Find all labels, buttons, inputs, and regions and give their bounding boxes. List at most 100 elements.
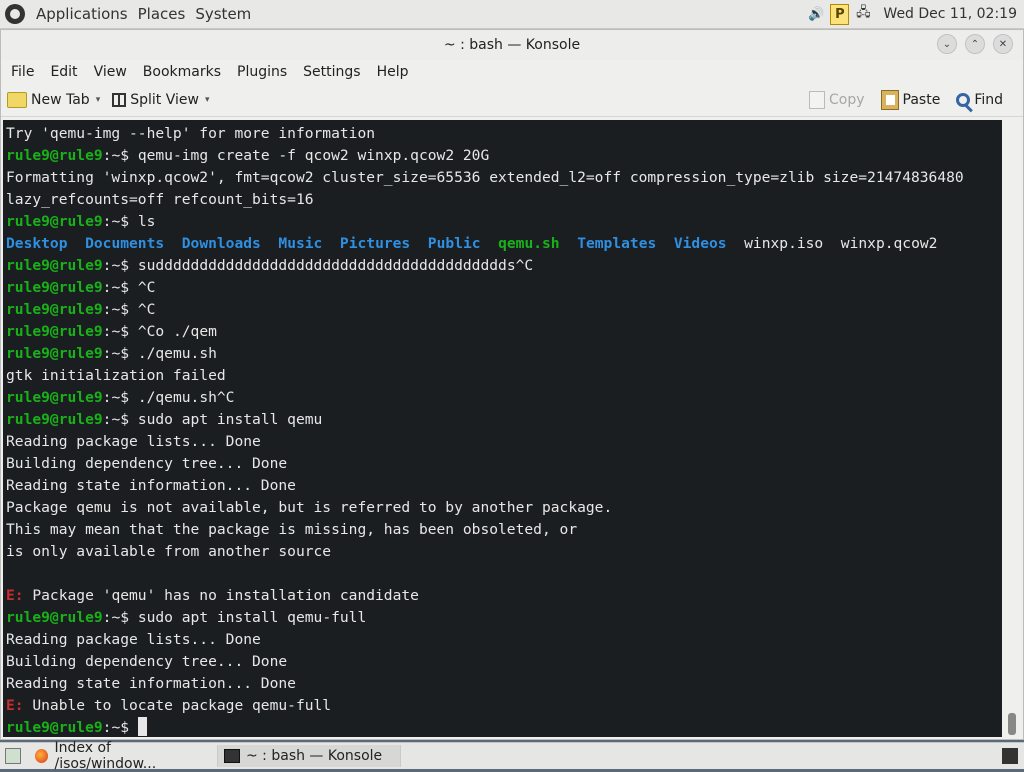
command-text: ^C	[137, 279, 156, 296]
close-icon[interactable]: ✕	[993, 34, 1013, 54]
search-icon	[956, 93, 971, 107]
output-text: This may mean that the package is missin…	[6, 521, 578, 538]
output-text: Try 'qemu-img --help' for more informati…	[6, 125, 376, 142]
taskbar-item-label: ~ : bash — Konsole	[246, 748, 383, 764]
taskbar-item-firefox[interactable]: Index of /isos/window...	[29, 740, 218, 772]
menubar: File Edit View Bookmarks Plugins Setting…	[1, 60, 1023, 84]
chevron-down-icon[interactable]: ▾	[96, 95, 101, 105]
window-titlebar[interactable]: ~ : bash — Konsole ⌄ ⌃ ✕	[1, 30, 1023, 60]
scrollbar-thumb[interactable]	[1008, 713, 1016, 735]
copy-button[interactable]: Copy	[803, 86, 871, 114]
shell-prompt: rule9@rule9	[6, 719, 103, 736]
terminal-line: Reading state information... Done	[6, 673, 1002, 695]
shell-prompt: rule9@rule9	[6, 345, 103, 362]
toolbar: New Tab ▾ Split View ▾ Copy Paste Find	[1, 84, 1023, 117]
error-text: Package 'qemu' has no installation candi…	[23, 587, 419, 604]
ls-entry: Downloads	[181, 235, 261, 252]
taskbar-item-konsole[interactable]: ~ : bash — Konsole	[218, 745, 401, 767]
prompt-suffix: :~$	[102, 301, 138, 318]
terminal-line: rule9@rule9:~$ sudo apt install qemu	[6, 409, 1002, 431]
firefox-icon	[35, 749, 49, 763]
clock[interactable]: Wed Dec 11, 02:19	[883, 6, 1017, 22]
toolbar-right: Copy Paste Find	[803, 84, 1009, 116]
prompt-suffix: :~$	[102, 389, 138, 406]
ls-entry: qemu.sh	[498, 235, 560, 252]
workspace-switcher-icon[interactable]	[1002, 748, 1018, 764]
menu-bookmarks[interactable]: Bookmarks	[135, 64, 229, 80]
prompt-suffix: :~$	[102, 213, 138, 230]
menu-help[interactable]: Help	[369, 64, 417, 80]
menu-view[interactable]: View	[86, 64, 135, 80]
command-text: ^Co ./qem	[137, 323, 217, 340]
shell-prompt: rule9@rule9	[6, 257, 103, 274]
terminal-line: is only available from another source	[6, 541, 1002, 563]
places-menu[interactable]: Places	[133, 5, 191, 23]
paste-label: Paste	[902, 92, 941, 108]
shell-prompt: rule9@rule9	[6, 279, 103, 296]
command-text: sudddddddddddddddddddddddddddddddddddddd…	[137, 257, 534, 274]
menu-file[interactable]: File	[3, 64, 42, 80]
new-tab-label: New Tab	[31, 92, 90, 108]
error-label: E:	[6, 587, 24, 604]
prompt-suffix: :~$	[102, 257, 138, 274]
split-view-button[interactable]: Split View ▾	[106, 86, 215, 114]
terminal-line: rule9@rule9:~$ ^Co ./qem	[6, 321, 1002, 343]
terminal-line: Reading package lists... Done	[6, 629, 1002, 651]
show-desktop-icon[interactable]	[5, 748, 21, 764]
split-view-label: Split View	[130, 92, 199, 108]
ls-entry: winxp.iso	[744, 235, 824, 252]
ls-entry: Documents	[85, 235, 165, 252]
ls-entry: Videos	[673, 235, 727, 252]
find-button[interactable]: Find	[950, 86, 1009, 114]
menu-plugins[interactable]: Plugins	[229, 64, 295, 80]
volume-icon[interactable]: 🔊	[806, 4, 826, 24]
error-label: E:	[6, 697, 24, 714]
taskbar-item-label: Index of /isos/window...	[54, 740, 157, 772]
output-text: is only available from another source	[6, 543, 332, 560]
terminal-line: gtk initialization failed	[6, 365, 1002, 387]
terminal-line: rule9@rule9:~$ ^C	[6, 277, 1002, 299]
system-menu[interactable]: System	[190, 5, 256, 23]
copy-icon	[809, 91, 825, 109]
chevron-down-icon[interactable]: ▾	[205, 95, 210, 105]
top-panel: Applications Places System 🔊 P 🖧 Wed Dec…	[0, 0, 1024, 29]
applications-menu[interactable]: Applications	[31, 5, 133, 23]
maximize-icon[interactable]: ⌃	[965, 34, 985, 54]
ls-entry: Pictures	[339, 235, 411, 252]
output-text: lazy_refcounts=off refcount_bits=16	[6, 191, 314, 208]
terminal-line: Try 'qemu-img --help' for more informati…	[6, 123, 1002, 145]
find-label: Find	[974, 92, 1003, 108]
ls-entry: Templates	[577, 235, 657, 252]
shade-icon[interactable]: ⌄	[937, 34, 957, 54]
clipboard-manager-icon[interactable]: P	[830, 3, 850, 25]
terminal-line: rule9@rule9:~$ suddddddddddddddddddddddd…	[6, 255, 1002, 277]
shell-prompt: rule9@rule9	[6, 213, 103, 230]
distro-logo-icon[interactable]	[5, 4, 25, 24]
new-tab-button[interactable]: New Tab ▾	[1, 86, 106, 114]
split-view-icon	[112, 93, 127, 107]
shell-prompt: rule9@rule9	[6, 323, 103, 340]
terminal-line: E: Package 'qemu' has no installation ca…	[6, 585, 1002, 607]
network-icon[interactable]: 🖧	[853, 4, 873, 24]
menu-edit[interactable]: Edit	[42, 64, 85, 80]
terminal-view[interactable]: Try 'qemu-img --help' for more informati…	[3, 120, 1002, 737]
prompt-suffix: :~$	[102, 147, 138, 164]
terminal-scrollbar[interactable]	[1003, 120, 1023, 737]
prompt-suffix: :~$	[102, 609, 138, 626]
terminal-line: rule9@rule9:~$ sudo apt install qemu-ful…	[6, 607, 1002, 629]
output-text: Formatting 'winxp.qcow2', fmt=qcow2 clus…	[6, 169, 964, 186]
terminal-line: rule9@rule9:~$ ls	[6, 211, 1002, 233]
paste-button[interactable]: Paste	[875, 86, 947, 114]
terminal-line: Formatting 'winxp.qcow2', fmt=qcow2 clus…	[6, 167, 1002, 189]
terminal-line: Desktop Documents Downloads Music Pictur…	[6, 233, 1002, 255]
menu-settings[interactable]: Settings	[295, 64, 368, 80]
window-title: ~ : bash — Konsole	[443, 37, 581, 53]
terminal-line: This may mean that the package is missin…	[6, 519, 1002, 541]
system-tray: 🔊 P 🖧 Wed Dec 11, 02:19	[806, 3, 1024, 25]
output-text: Reading package lists... Done	[6, 631, 261, 648]
command-text: ls	[137, 213, 156, 230]
terminal-line: lazy_refcounts=off refcount_bits=16	[6, 189, 1002, 211]
output-text: Building dependency tree... Done	[6, 455, 288, 472]
command-text: sudo apt install qemu-full	[137, 609, 367, 626]
terminal-line: rule9@rule9:~$ qemu-img create -f qcow2 …	[6, 145, 1002, 167]
